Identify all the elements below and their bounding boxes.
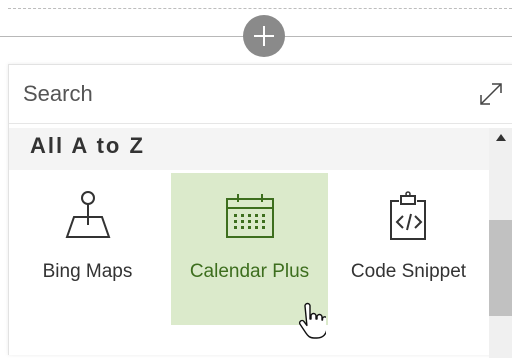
section-dashed-divider bbox=[8, 8, 512, 9]
code-snippet-icon bbox=[389, 191, 426, 240]
scroll-thumb[interactable] bbox=[489, 220, 512, 316]
plus-icon bbox=[254, 26, 274, 46]
category-title: All A to Z bbox=[30, 133, 145, 158]
category-header: All A to Z bbox=[9, 128, 489, 170]
vertical-scrollbar[interactable] bbox=[489, 128, 512, 358]
tile-label: Bing Maps bbox=[42, 261, 133, 282]
search-input[interactable] bbox=[9, 65, 469, 123]
web-part-tiles: Bing Maps Calendar Plus Code Snippet bbox=[9, 173, 489, 325]
expand-icon[interactable] bbox=[475, 78, 507, 110]
hand-cursor-icon bbox=[298, 302, 326, 339]
tile-label: Code Snippet bbox=[350, 261, 467, 282]
tile-bing-maps[interactable]: Bing Maps bbox=[9, 173, 166, 325]
calendar-icon bbox=[225, 194, 274, 238]
map-pin-icon bbox=[65, 191, 110, 238]
web-part-picker-panel: All A to Z Bing Maps bbox=[8, 64, 512, 358]
tile-label: Calendar Plus bbox=[189, 261, 310, 282]
tile-code-snippet[interactable]: Code Snippet bbox=[330, 173, 487, 325]
add-web-part-button[interactable] bbox=[243, 15, 285, 57]
search-row bbox=[9, 65, 512, 124]
scroll-up-arrow-icon[interactable] bbox=[496, 134, 506, 141]
